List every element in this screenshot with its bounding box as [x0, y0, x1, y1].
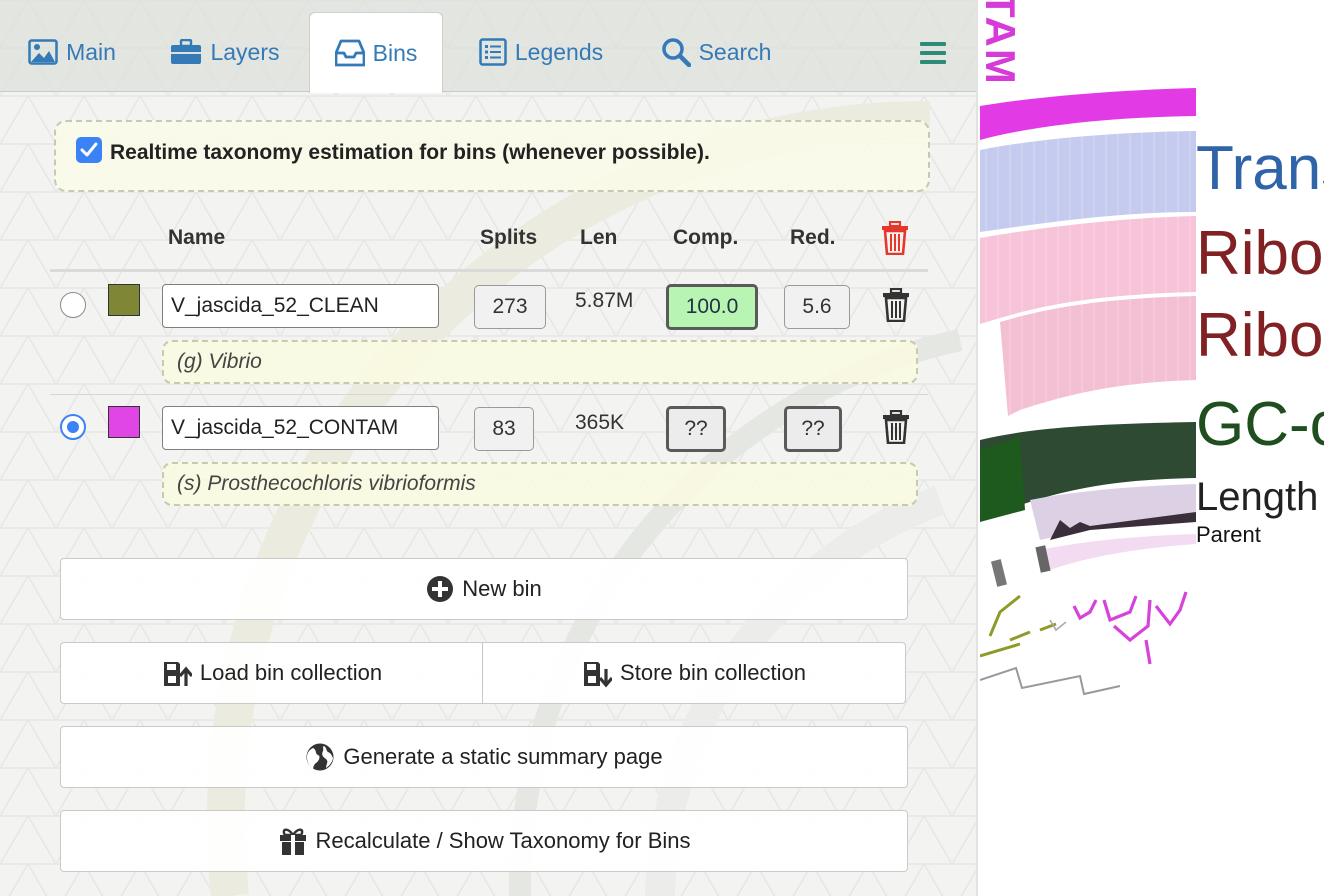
bin-splits-button[interactable]: 273 [474, 285, 546, 329]
tree-visualization[interactable]: TAM Trans Ribos Ribos GC-c Length Parent [980, 0, 1324, 896]
layer-label: Ribos [1196, 219, 1324, 288]
layer-label: Trans [1196, 134, 1324, 203]
row-divider [50, 394, 928, 395]
store-bin-collection-label: Store bin collection [620, 660, 806, 685]
tab-legends[interactable]: Legends [470, 12, 612, 92]
tab-layers[interactable]: Layers [160, 12, 290, 92]
briefcase-icon [171, 39, 202, 64]
table-header-divider [50, 269, 928, 272]
taxonomy-checkbox[interactable] [76, 137, 102, 163]
store-bin-collection-button[interactable]: Store bin collection [482, 642, 906, 704]
globe-icon [306, 743, 334, 771]
layer-label: Parent [1196, 522, 1261, 547]
delete-bin-icon[interactable] [882, 410, 910, 444]
bin-splits-button[interactable]: 83 [474, 407, 534, 451]
load-bin-collection-label: Load bin collection [199, 660, 383, 685]
column-header-comp: Comp. [673, 226, 739, 249]
tab-bins-label: Bins [372, 39, 418, 66]
inbox-icon [334, 39, 365, 67]
bin-name-rotated-label: TAM [980, 0, 1024, 86]
bin-name-input[interactable] [162, 406, 439, 450]
bin-completion-button[interactable]: ?? [666, 406, 726, 452]
bin-taxonomy: (s) Prosthecochloris vibrioformis [162, 462, 918, 506]
column-header-name: Name [168, 226, 226, 249]
tab-search[interactable]: Search [654, 12, 778, 92]
bins-panel: Main Layers Bins Legends Search Realtime… [0, 0, 978, 896]
column-header-red: Red. [790, 226, 836, 249]
tab-bins[interactable]: Bins [309, 12, 443, 93]
bin-redundancy-button[interactable]: 5.6 [784, 285, 850, 329]
layer-label: GC-c [1196, 390, 1324, 459]
bin-color-swatch[interactable] [108, 284, 140, 316]
search-icon [661, 38, 691, 67]
image-icon [28, 39, 58, 65]
bin-length: 5.87M [575, 289, 634, 312]
generate-summary-button[interactable]: Generate a static summary page [60, 726, 908, 788]
hamburger-icon[interactable] [918, 38, 948, 68]
plus-circle-icon [427, 576, 454, 602]
tab-main-label: Main [66, 38, 116, 65]
layer-label: Length [1196, 475, 1319, 519]
bin-redundancy-button[interactable]: ?? [784, 406, 842, 452]
recalculate-taxonomy-label: Recalculate / Show Taxonomy for Bins [315, 828, 691, 853]
bin-taxonomy: (g) Vibrio [162, 340, 918, 384]
delete-bin-icon[interactable] [882, 288, 910, 322]
new-bin-button[interactable]: New bin [60, 558, 908, 620]
tab-layers-label: Layers [210, 38, 280, 65]
bin-length: 365K [575, 411, 625, 434]
recalculate-taxonomy-button[interactable]: Recalculate / Show Taxonomy for Bins [60, 810, 908, 872]
bin-name-input[interactable] [162, 284, 439, 328]
tab-bar: Main Layers Bins Legends Search [0, 0, 976, 93]
bin-color-swatch[interactable] [108, 406, 140, 438]
store-icon [584, 662, 613, 688]
tab-legends-label: Legends [514, 38, 604, 65]
generate-summary-label: Generate a static summary page [343, 744, 663, 769]
checkmark-icon [80, 142, 98, 157]
bin-completion-button[interactable]: 100.0 [666, 284, 758, 330]
new-bin-label: New bin [462, 576, 542, 601]
layer-label: Ribos [1196, 301, 1324, 370]
taxonomy-option-label: Realtime taxonomy estimation for bins (w… [110, 141, 710, 164]
load-bin-collection-button[interactable]: Load bin collection [60, 642, 484, 704]
column-header-len: Len [580, 226, 618, 249]
gift-icon [279, 828, 306, 855]
load-icon [163, 662, 192, 686]
tab-search-label: Search [698, 38, 772, 65]
list-icon [479, 38, 507, 66]
delete-all-bins-icon[interactable] [881, 221, 909, 255]
bin-select-radio[interactable] [60, 292, 86, 318]
tab-main[interactable]: Main [20, 12, 124, 92]
bin-select-radio[interactable] [60, 414, 86, 440]
column-header-splits: Splits [480, 226, 538, 249]
